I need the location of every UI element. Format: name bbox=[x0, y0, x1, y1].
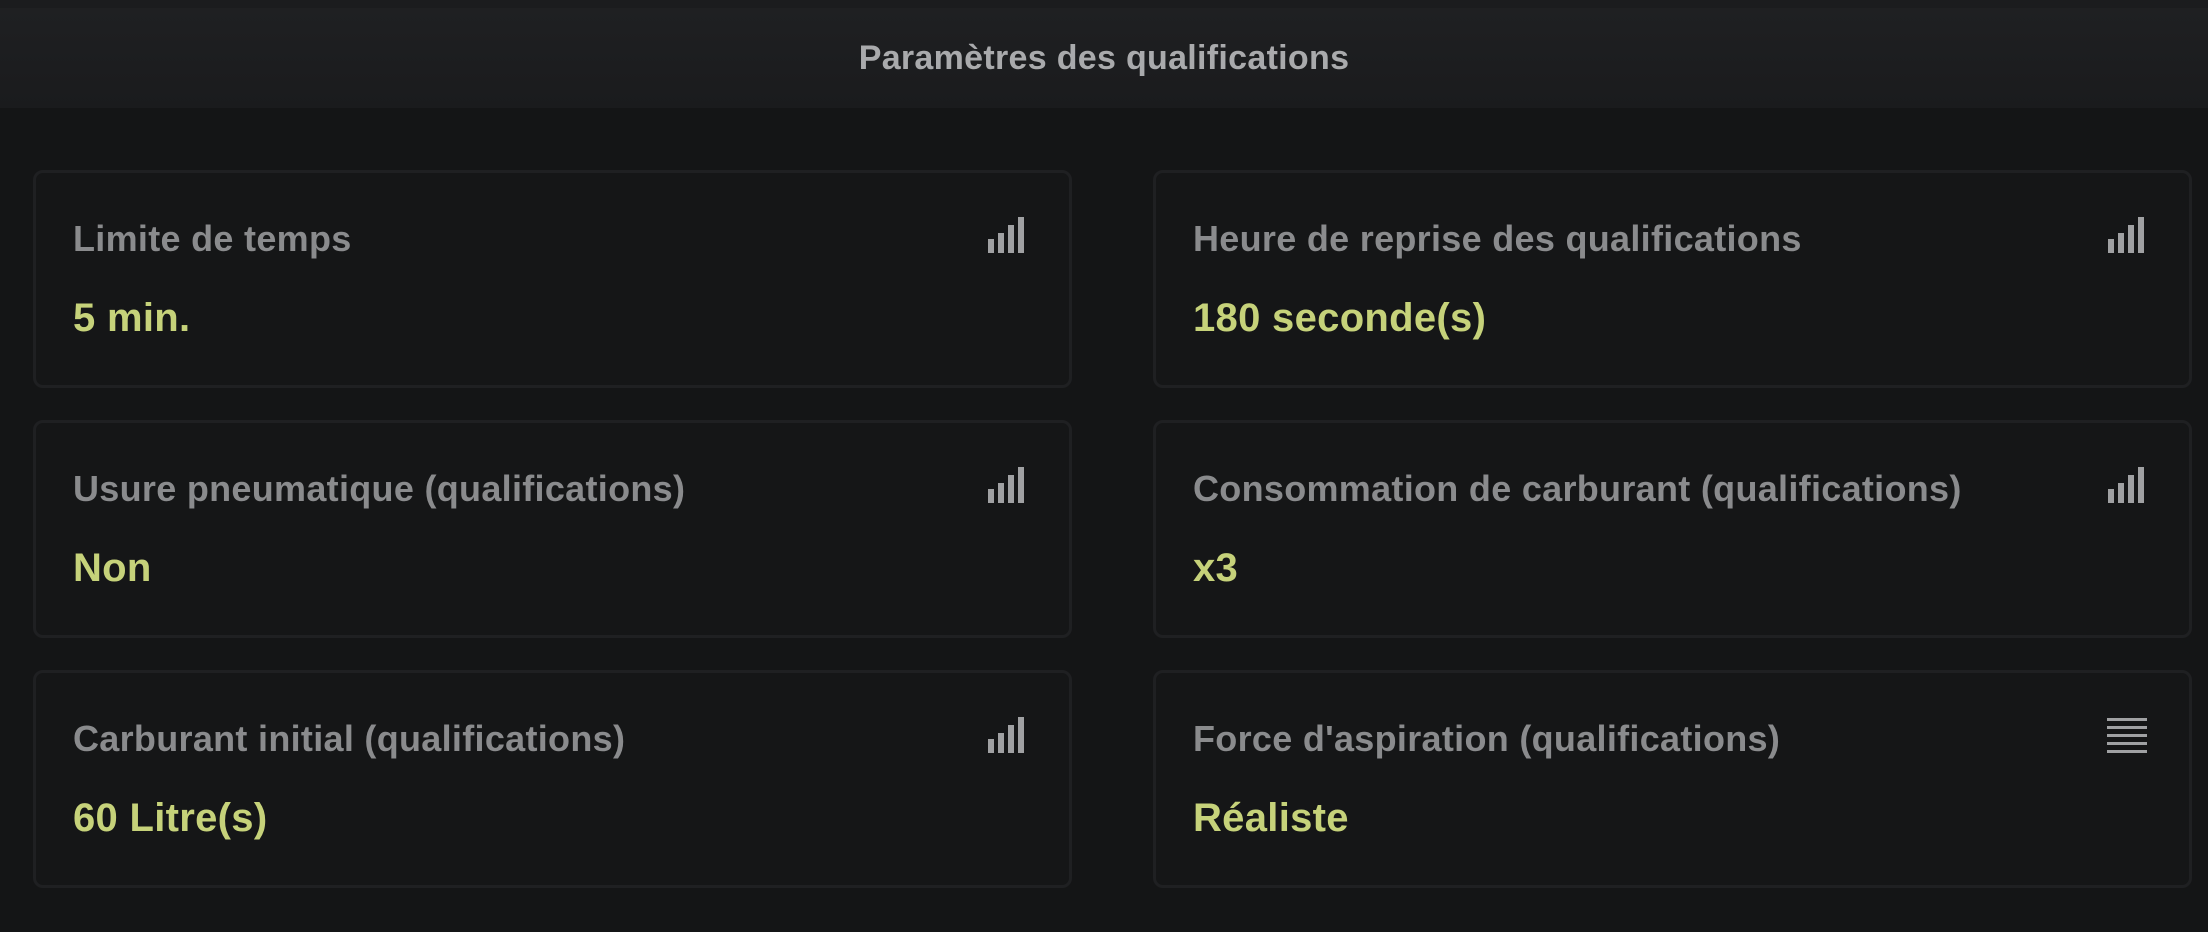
setting-card-fuel-consumption[interactable]: Consommation de carburant (qualification… bbox=[1153, 420, 2192, 638]
signal-bars-icon bbox=[988, 467, 1024, 503]
setting-label: Usure pneumatique (qualifications) bbox=[73, 468, 686, 509]
setting-value: 60 Litre(s) bbox=[73, 796, 268, 840]
setting-card-time-limit[interactable]: Limite de temps 5 min. bbox=[33, 170, 1072, 388]
list-lines-icon bbox=[2107, 718, 2147, 753]
setting-card-resume-time[interactable]: Heure de reprise des qualifications 180 … bbox=[1153, 170, 2192, 388]
setting-label: Carburant initial (qualifications) bbox=[73, 718, 626, 759]
setting-label: Consommation de carburant (qualification… bbox=[1193, 468, 1962, 509]
setting-card-tyre-wear[interactable]: Usure pneumatique (qualifications) Non bbox=[33, 420, 1072, 638]
header-bar: Paramètres des qualifications bbox=[0, 8, 2208, 108]
setting-card-slipstream[interactable]: Force d'aspiration (qualifications) Réal… bbox=[1153, 670, 2192, 888]
setting-value: Non bbox=[73, 546, 152, 590]
setting-card-initial-fuel[interactable]: Carburant initial (qualifications) 60 Li… bbox=[33, 670, 1072, 888]
settings-grid: Limite de temps 5 min. Heure de reprise … bbox=[33, 170, 2192, 888]
signal-bars-icon bbox=[2108, 217, 2144, 253]
qualifying-settings-page: Paramètres des qualifications Limite de … bbox=[0, 0, 2208, 932]
signal-bars-icon bbox=[988, 217, 1024, 253]
setting-value: Réaliste bbox=[1193, 796, 1349, 840]
signal-bars-icon bbox=[2108, 467, 2144, 503]
setting-label: Heure de reprise des qualifications bbox=[1193, 218, 1802, 259]
setting-value: 180 seconde(s) bbox=[1193, 296, 1487, 340]
top-strip bbox=[0, 0, 2208, 8]
setting-label: Force d'aspiration (qualifications) bbox=[1193, 718, 1781, 759]
signal-bars-icon bbox=[988, 717, 1024, 753]
setting-value: x3 bbox=[1193, 546, 1239, 590]
setting-value: 5 min. bbox=[73, 296, 191, 340]
setting-label: Limite de temps bbox=[73, 218, 352, 259]
page-title: Paramètres des qualifications bbox=[858, 38, 1350, 77]
